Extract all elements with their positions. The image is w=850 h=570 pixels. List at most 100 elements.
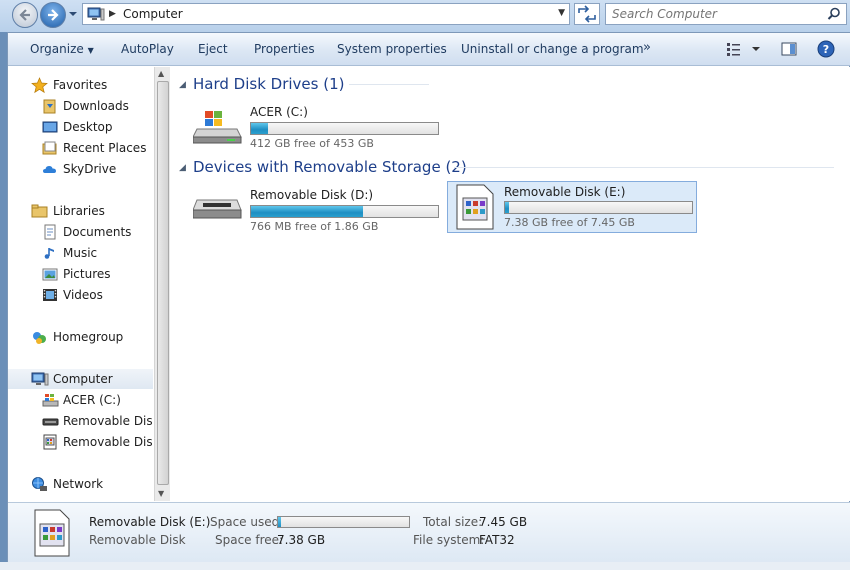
details-drive-type: Removable Disk bbox=[89, 533, 186, 547]
sd-card-icon bbox=[456, 184, 494, 230]
nav-libraries[interactable]: Libraries bbox=[8, 201, 153, 221]
search-input[interactable] bbox=[612, 6, 822, 22]
navigation-scrollbar[interactable]: ▲ ▼ bbox=[154, 67, 170, 501]
nav-favorites[interactable]: Favorites bbox=[8, 75, 153, 95]
change-view-button[interactable] bbox=[726, 41, 764, 60]
nav-pictures[interactable]: Pictures bbox=[8, 264, 153, 284]
nav-desktop[interactable]: Desktop bbox=[8, 117, 153, 137]
film-strip-icon bbox=[43, 289, 57, 301]
drive-usage-bar bbox=[250, 205, 439, 218]
preview-pane-icon bbox=[781, 42, 797, 56]
details-pane: Removable Disk (E:) Removable Disk Space… bbox=[8, 502, 850, 563]
autoplay-button[interactable]: AutoPlay bbox=[121, 42, 174, 56]
collapse-triangle-icon[interactable]: ◢ bbox=[179, 163, 186, 173]
computer-icon bbox=[31, 372, 49, 386]
drive-item-removable-d[interactable]: Removable Disk (D:) 766 MB free of 1.86 … bbox=[191, 182, 441, 234]
details-usage-fill bbox=[278, 517, 281, 527]
drive-usage-bar bbox=[504, 201, 693, 214]
drive-free-space: 412 GB free of 453 GB bbox=[250, 137, 374, 150]
sd-card-icon bbox=[34, 509, 70, 557]
recent-pages-dropdown[interactable] bbox=[68, 7, 78, 21]
computer-icon bbox=[87, 7, 105, 21]
collapse-triangle-icon[interactable]: ◢ bbox=[179, 80, 186, 90]
group-divider bbox=[349, 84, 429, 85]
drive-name: ACER (C:) bbox=[250, 105, 308, 119]
file-list: ◢ Hard Disk Drives (1) ACER (C:) 412 GB … bbox=[171, 67, 850, 501]
navigation-pane: Favorites Downloads Desktop Recent Place… bbox=[8, 67, 155, 501]
more-commands-button[interactable]: » bbox=[643, 40, 651, 55]
nav-videos[interactable]: Videos bbox=[8, 285, 153, 305]
total-size-value: 7.45 GB bbox=[479, 515, 528, 529]
system-properties-button[interactable]: System properties bbox=[337, 42, 447, 56]
view-options-icon bbox=[727, 43, 760, 56]
uninstall-program-button[interactable]: Uninstall or change a program bbox=[461, 42, 644, 56]
drive-usage-bar bbox=[250, 122, 439, 135]
nav-network[interactable]: Network bbox=[8, 474, 153, 494]
help-button[interactable]: ? bbox=[817, 40, 835, 61]
back-button[interactable] bbox=[12, 2, 38, 28]
space-free-value: 7.38 GB bbox=[277, 533, 326, 547]
command-bar: Organize ▼ AutoPlay Eject Properties Sys… bbox=[8, 33, 850, 66]
svg-text:?: ? bbox=[823, 43, 829, 56]
drive-usage-fill bbox=[251, 206, 364, 217]
nav-homegroup[interactable]: Homegroup bbox=[8, 327, 153, 347]
chevron-down-icon[interactable]: ▼ bbox=[558, 8, 565, 18]
pictures-icon bbox=[42, 268, 58, 281]
scrollbar-thumb[interactable] bbox=[157, 81, 169, 485]
nav-removable-e[interactable]: Removable Disk (E:) bbox=[8, 432, 153, 452]
search-box[interactable] bbox=[605, 3, 847, 25]
file-system-label: File system: bbox=[413, 533, 485, 547]
refresh-button[interactable] bbox=[574, 3, 600, 25]
address-bar[interactable]: ▶ Computer ▼ bbox=[82, 3, 570, 25]
nav-downloads[interactable]: Downloads bbox=[8, 96, 153, 116]
desktop-icon bbox=[42, 121, 58, 133]
group-header-hard-disks[interactable]: ◢ Hard Disk Drives (1) bbox=[179, 75, 839, 95]
nav-removable-d[interactable]: Removable Disk (D:) bbox=[8, 411, 153, 431]
windows-drive-icon bbox=[42, 394, 59, 407]
breadcrumb-separator-icon: ▶ bbox=[109, 9, 116, 19]
refresh-icon bbox=[578, 5, 596, 23]
preview-pane-button[interactable] bbox=[781, 41, 797, 60]
arrow-left-icon bbox=[19, 9, 30, 21]
organize-button[interactable]: Organize ▼ bbox=[30, 42, 94, 56]
help-icon: ? bbox=[817, 40, 835, 58]
search-icon[interactable] bbox=[827, 7, 841, 21]
details-drive-name: Removable Disk (E:) bbox=[89, 515, 211, 529]
chevron-down-icon bbox=[69, 12, 77, 16]
breadcrumb-computer[interactable]: Computer bbox=[123, 7, 183, 21]
nav-acer-c[interactable]: ACER (C:) bbox=[8, 390, 153, 410]
eject-button[interactable]: Eject bbox=[198, 42, 228, 56]
drive-usage-fill bbox=[251, 123, 268, 134]
homegroup-icon bbox=[33, 332, 46, 344]
documents-icon bbox=[44, 224, 56, 240]
drive-free-space: 7.38 GB free of 7.45 GB bbox=[504, 216, 635, 229]
nav-documents[interactable]: Documents bbox=[8, 222, 153, 242]
nav-computer[interactable]: Computer bbox=[8, 369, 153, 389]
recent-places-icon bbox=[42, 141, 57, 155]
libraries-icon bbox=[31, 204, 48, 218]
chevron-down-icon: ▼ bbox=[87, 46, 94, 55]
nav-music[interactable]: Music bbox=[8, 243, 153, 263]
nav-recent-places[interactable]: Recent Places bbox=[8, 138, 153, 158]
forward-button[interactable] bbox=[40, 2, 66, 28]
address-toolbar: ▶ Computer ▼ bbox=[0, 0, 850, 32]
space-free-label: Space free: bbox=[215, 533, 284, 547]
drive-name: Removable Disk (D:) bbox=[250, 188, 374, 202]
scroll-down-icon[interactable]: ▼ bbox=[158, 489, 164, 498]
arrow-right-icon bbox=[48, 9, 59, 21]
drive-item-removable-e[interactable]: Removable Disk (E:) 7.38 GB free of 7.45… bbox=[447, 181, 697, 233]
removable-drive-icon bbox=[42, 418, 59, 426]
properties-button[interactable]: Properties bbox=[254, 42, 315, 56]
total-size-label: Total size: bbox=[423, 515, 483, 529]
scroll-up-icon[interactable]: ▲ bbox=[158, 69, 164, 78]
details-usage-bar bbox=[277, 516, 410, 528]
explorer-window: Organize ▼ AutoPlay Eject Properties Sys… bbox=[7, 32, 850, 563]
cloud-icon bbox=[43, 166, 56, 173]
group-header-removable[interactable]: ◢ Devices with Removable Storage (2) bbox=[179, 158, 839, 178]
space-used-label: Space used: bbox=[210, 515, 284, 529]
sd-card-icon bbox=[43, 434, 57, 450]
removable-drive-icon bbox=[193, 199, 242, 219]
drive-item-acer-c[interactable]: ACER (C:) 412 GB free of 453 GB bbox=[191, 99, 441, 151]
nav-skydrive[interactable]: SkyDrive bbox=[8, 159, 153, 179]
network-icon bbox=[32, 477, 47, 491]
